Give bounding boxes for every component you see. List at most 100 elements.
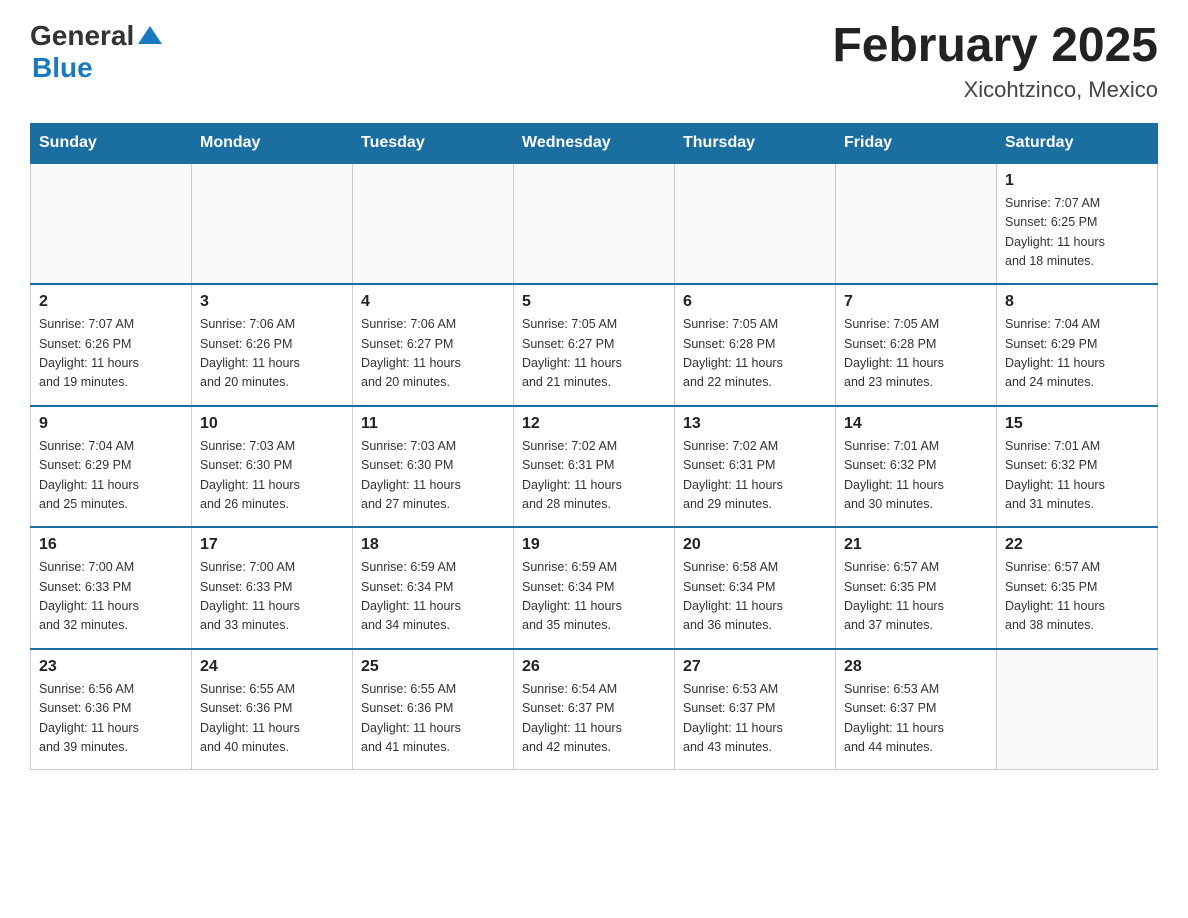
- calendar-day-cell: 16 Sunrise: 7:00 AMSunset: 6:33 PMDayligh…: [31, 527, 192, 649]
- calendar-day-cell: 10 Sunrise: 7:03 AMSunset: 6:30 PMDayligh…: [192, 406, 353, 528]
- logo: General Blue: [30, 20, 164, 84]
- day-number: 19: [522, 536, 666, 554]
- calendar-day-cell: [192, 163, 353, 285]
- day-number: 12: [522, 415, 666, 433]
- day-sun-info: Sunrise: 7:03 AMSunset: 6:30 PMDaylight:…: [361, 437, 505, 515]
- day-number: 10: [200, 415, 344, 433]
- day-number: 16: [39, 536, 183, 554]
- calendar-week-row: 23 Sunrise: 6:56 AMSunset: 6:36 PMDayligh…: [31, 649, 1158, 770]
- calendar-day-cell: 25Sunrise: 6:55 AMSunset: 6:36 PMDayligh…: [353, 649, 514, 770]
- calendar-day-cell: 26Sunrise: 6:54 AMSunset: 6:37 PMDayligh…: [514, 649, 675, 770]
- day-of-week-header: Monday: [192, 123, 353, 163]
- calendar-day-cell: 28 Sunrise: 6:53 AMSunset: 6:37 PMDayligh…: [836, 649, 997, 770]
- calendar-day-cell: 4 Sunrise: 7:06 AMSunset: 6:27 PMDaylight…: [353, 284, 514, 406]
- day-sun-info: Sunrise: 7:05 AMSunset: 6:28 PMDaylight:…: [844, 315, 988, 393]
- calendar-day-cell: 27 Sunrise: 6:53 AMSunset: 6:37 PMDayligh…: [675, 649, 836, 770]
- day-sun-info: Sunrise: 7:06 AMSunset: 6:26 PMDaylight:…: [200, 315, 344, 393]
- day-number: 9: [39, 415, 183, 433]
- calendar-day-cell: 24Sunrise: 6:55 AMSunset: 6:36 PMDayligh…: [192, 649, 353, 770]
- day-number: 21: [844, 536, 988, 554]
- day-sun-info: Sunrise: 6:55 AMSunset: 6:36 PMDaylight:…: [361, 680, 505, 758]
- calendar-day-cell: 13 Sunrise: 7:02 AMSunset: 6:31 PMDayligh…: [675, 406, 836, 528]
- calendar-week-row: 2Sunrise: 7:07 AMSunset: 6:26 PMDaylight…: [31, 284, 1158, 406]
- day-sun-info: Sunrise: 7:05 AMSunset: 6:28 PMDaylight:…: [683, 315, 827, 393]
- day-number: 15: [1005, 415, 1149, 433]
- calendar-day-cell: [836, 163, 997, 285]
- calendar-day-cell: 15 Sunrise: 7:01 AMSunset: 6:32 PMDayligh…: [997, 406, 1158, 528]
- day-sun-info: Sunrise: 7:02 AMSunset: 6:31 PMDaylight:…: [683, 437, 827, 515]
- calendar-day-cell: 11 Sunrise: 7:03 AMSunset: 6:30 PMDayligh…: [353, 406, 514, 528]
- day-sun-info: Sunrise: 6:57 AMSunset: 6:35 PMDaylight:…: [844, 558, 988, 636]
- day-number: 17: [200, 536, 344, 554]
- day-sun-info: Sunrise: 7:07 AMSunset: 6:25 PMDaylight:…: [1005, 194, 1149, 272]
- day-sun-info: Sunrise: 6:59 AMSunset: 6:34 PMDaylight:…: [522, 558, 666, 636]
- calendar-day-cell: [514, 163, 675, 285]
- day-sun-info: Sunrise: 7:01 AMSunset: 6:32 PMDaylight:…: [1005, 437, 1149, 515]
- calendar-day-cell: [675, 163, 836, 285]
- day-sun-info: Sunrise: 6:56 AMSunset: 6:36 PMDaylight:…: [39, 680, 183, 758]
- day-number: 5: [522, 293, 666, 311]
- calendar-week-row: 9Sunrise: 7:04 AMSunset: 6:29 PMDaylight…: [31, 406, 1158, 528]
- day-number: 1: [1005, 172, 1149, 190]
- day-sun-info: Sunrise: 7:06 AMSunset: 6:27 PMDaylight:…: [361, 315, 505, 393]
- logo-general-text: General: [30, 20, 134, 52]
- day-number: 27: [683, 658, 827, 676]
- calendar-day-cell: 12 Sunrise: 7:02 AMSunset: 6:31 PMDayligh…: [514, 406, 675, 528]
- logo-arrow-icon: [136, 22, 164, 50]
- day-number: 18: [361, 536, 505, 554]
- day-number: 4: [361, 293, 505, 311]
- calendar-week-row: 16 Sunrise: 7:00 AMSunset: 6:33 PMDayligh…: [31, 527, 1158, 649]
- day-number: 28: [844, 658, 988, 676]
- day-number: 8: [1005, 293, 1149, 311]
- calendar-day-cell: [997, 649, 1158, 770]
- calendar-day-cell: 19 Sunrise: 6:59 AMSunset: 6:34 PMDayligh…: [514, 527, 675, 649]
- day-sun-info: Sunrise: 7:05 AMSunset: 6:27 PMDaylight:…: [522, 315, 666, 393]
- day-sun-info: Sunrise: 7:02 AMSunset: 6:31 PMDaylight:…: [522, 437, 666, 515]
- calendar-table: SundayMondayTuesdayWednesdayThursdayFrid…: [30, 123, 1158, 771]
- calendar-day-cell: 9Sunrise: 7:04 AMSunset: 6:29 PMDaylight…: [31, 406, 192, 528]
- day-sun-info: Sunrise: 6:53 AMSunset: 6:37 PMDaylight:…: [844, 680, 988, 758]
- day-number: 23: [39, 658, 183, 676]
- day-sun-info: Sunrise: 6:59 AMSunset: 6:34 PMDaylight:…: [361, 558, 505, 636]
- calendar-day-cell: 3 Sunrise: 7:06 AMSunset: 6:26 PMDaylight…: [192, 284, 353, 406]
- day-sun-info: Sunrise: 6:55 AMSunset: 6:36 PMDaylight:…: [200, 680, 344, 758]
- calendar-day-cell: 23 Sunrise: 6:56 AMSunset: 6:36 PMDayligh…: [31, 649, 192, 770]
- logo-blue-text: Blue: [32, 52, 93, 83]
- calendar-day-cell: 2Sunrise: 7:07 AMSunset: 6:26 PMDaylight…: [31, 284, 192, 406]
- day-sun-info: Sunrise: 6:53 AMSunset: 6:37 PMDaylight:…: [683, 680, 827, 758]
- day-sun-info: Sunrise: 7:00 AMSunset: 6:33 PMDaylight:…: [200, 558, 344, 636]
- day-sun-info: Sunrise: 6:58 AMSunset: 6:34 PMDaylight:…: [683, 558, 827, 636]
- calendar-day-cell: 21 Sunrise: 6:57 AMSunset: 6:35 PMDayligh…: [836, 527, 997, 649]
- day-number: 20: [683, 536, 827, 554]
- day-number: 26: [522, 658, 666, 676]
- day-sun-info: Sunrise: 7:01 AMSunset: 6:32 PMDaylight:…: [844, 437, 988, 515]
- day-number: 13: [683, 415, 827, 433]
- day-number: 14: [844, 415, 988, 433]
- calendar-week-row: 1 Sunrise: 7:07 AMSunset: 6:25 PMDaylight…: [31, 163, 1158, 285]
- day-of-week-header: Wednesday: [514, 123, 675, 163]
- calendar-day-cell: 8Sunrise: 7:04 AMSunset: 6:29 PMDaylight…: [997, 284, 1158, 406]
- day-number: 6: [683, 293, 827, 311]
- day-of-week-header: Thursday: [675, 123, 836, 163]
- calendar-day-cell: 6 Sunrise: 7:05 AMSunset: 6:28 PMDaylight…: [675, 284, 836, 406]
- day-of-week-header: Tuesday: [353, 123, 514, 163]
- day-sun-info: Sunrise: 7:03 AMSunset: 6:30 PMDaylight:…: [200, 437, 344, 515]
- location-subtitle: Xicohtzinco, Mexico: [832, 77, 1158, 103]
- title-block: February 2025 Xicohtzinco, Mexico: [832, 20, 1158, 103]
- day-number: 3: [200, 293, 344, 311]
- day-of-week-header: Saturday: [997, 123, 1158, 163]
- day-number: 11: [361, 415, 505, 433]
- calendar-day-cell: 7 Sunrise: 7:05 AMSunset: 6:28 PMDaylight…: [836, 284, 997, 406]
- calendar-day-cell: 1 Sunrise: 7:07 AMSunset: 6:25 PMDaylight…: [997, 163, 1158, 285]
- page-header: General Blue February 2025 Xicohtzinco, …: [30, 20, 1158, 103]
- day-sun-info: Sunrise: 7:00 AMSunset: 6:33 PMDaylight:…: [39, 558, 183, 636]
- calendar-day-cell: 14 Sunrise: 7:01 AMSunset: 6:32 PMDayligh…: [836, 406, 997, 528]
- calendar-day-cell: 18 Sunrise: 6:59 AMSunset: 6:34 PMDayligh…: [353, 527, 514, 649]
- day-number: 22: [1005, 536, 1149, 554]
- month-year-title: February 2025: [832, 20, 1158, 73]
- calendar-day-cell: 17 Sunrise: 7:00 AMSunset: 6:33 PMDayligh…: [192, 527, 353, 649]
- day-number: 7: [844, 293, 988, 311]
- day-sun-info: Sunrise: 6:57 AMSunset: 6:35 PMDaylight:…: [1005, 558, 1149, 636]
- day-number: 2: [39, 293, 183, 311]
- calendar-day-cell: 5 Sunrise: 7:05 AMSunset: 6:27 PMDaylight…: [514, 284, 675, 406]
